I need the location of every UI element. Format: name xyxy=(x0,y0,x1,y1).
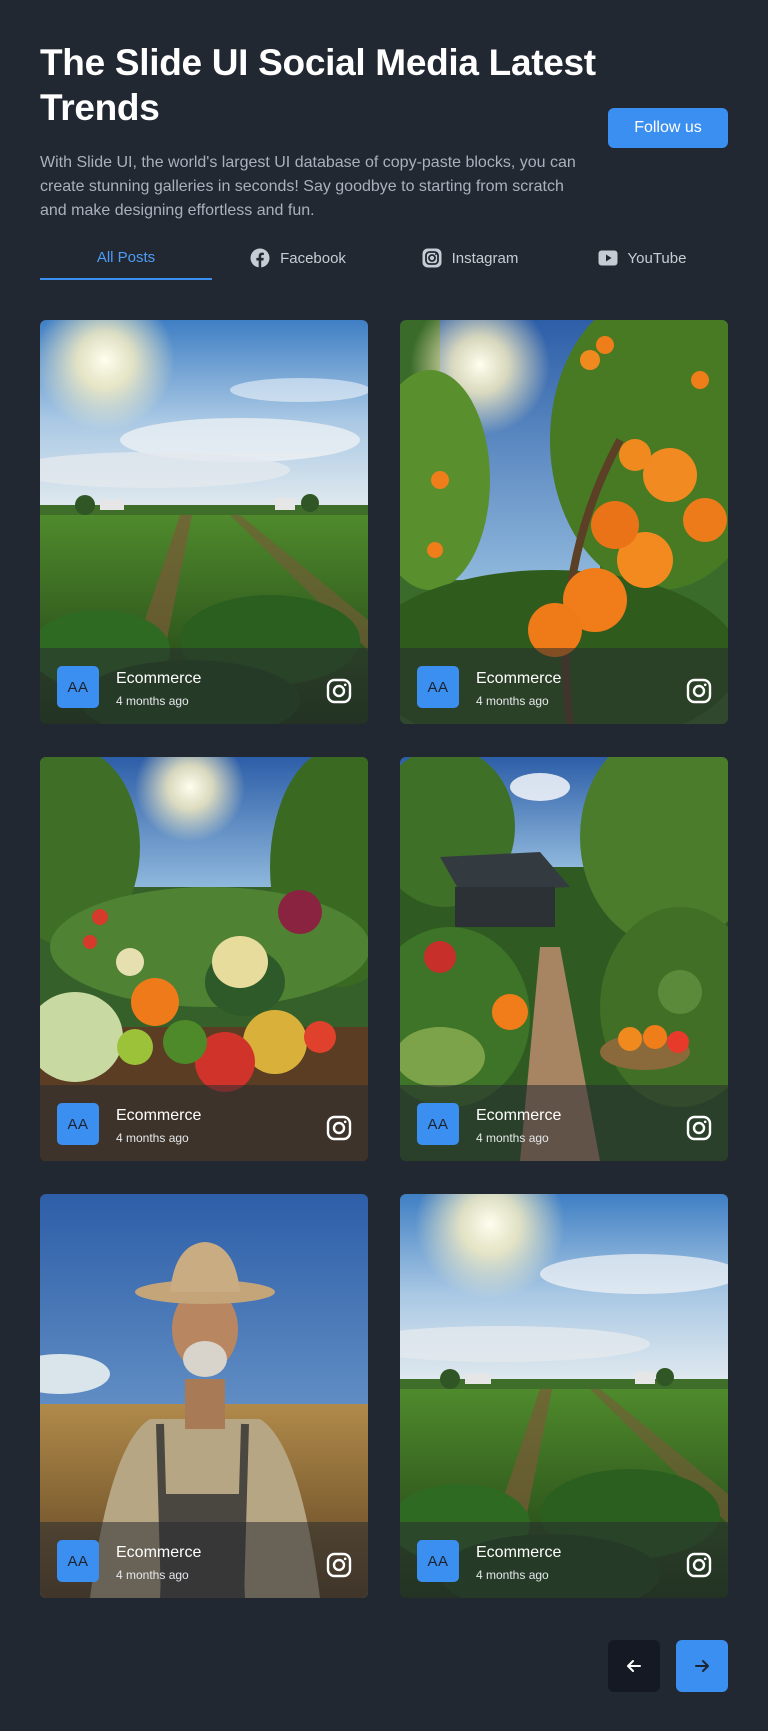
post-author[interactable]: Ecommerce xyxy=(116,1544,201,1562)
post-author[interactable]: Ecommerce xyxy=(476,670,561,688)
arrow-left-icon xyxy=(627,1660,641,1672)
instagram-icon[interactable] xyxy=(686,1552,712,1578)
post-card[interactable]: AA Ecommerce 4 months ago xyxy=(40,757,368,1161)
post-card[interactable]: AA Ecommerce 4 months ago xyxy=(40,1194,368,1598)
post-card[interactable]: AA Ecommerce 4 months ago xyxy=(400,320,728,724)
instagram-icon[interactable] xyxy=(326,678,352,704)
filter-tabs: All Posts Facebook Instagram YouTube xyxy=(40,236,728,280)
previous-page-button[interactable] xyxy=(608,1640,660,1692)
instagram-icon[interactable] xyxy=(326,1552,352,1578)
post-author[interactable]: Ecommerce xyxy=(116,670,201,688)
instagram-icon xyxy=(422,248,442,268)
tab-youtube[interactable]: YouTube xyxy=(556,236,728,280)
post-card[interactable]: AA Ecommerce 4 months ago xyxy=(400,1194,728,1598)
tab-label: All Posts xyxy=(96,248,156,266)
post-author[interactable]: Ecommerce xyxy=(116,1107,201,1125)
post-time: 4 months ago xyxy=(476,1131,549,1145)
avatar: AA xyxy=(57,1103,99,1145)
tab-label: Facebook xyxy=(280,249,346,267)
tab-label: YouTube xyxy=(627,249,687,267)
instagram-icon[interactable] xyxy=(686,1115,712,1141)
post-time: 4 months ago xyxy=(476,694,549,708)
tab-all-posts[interactable]: All Posts xyxy=(40,236,212,280)
page-title: The Slide UI Social Media Latest Trends xyxy=(40,42,596,128)
arrow-right-icon xyxy=(695,1660,709,1672)
instagram-icon[interactable] xyxy=(326,1115,352,1141)
tab-facebook[interactable]: Facebook xyxy=(212,236,384,280)
tab-instagram[interactable]: Instagram xyxy=(384,236,556,280)
avatar: AA xyxy=(57,1540,99,1582)
post-author[interactable]: Ecommerce xyxy=(476,1544,561,1562)
post-time: 4 months ago xyxy=(116,694,189,708)
facebook-icon xyxy=(250,248,270,268)
youtube-icon xyxy=(598,248,618,268)
post-time: 4 months ago xyxy=(476,1568,549,1582)
post-card[interactable]: AA Ecommerce 4 months ago xyxy=(40,320,368,724)
follow-us-button[interactable]: Follow us xyxy=(608,108,728,148)
instagram-icon[interactable] xyxy=(686,678,712,704)
tab-label: Instagram xyxy=(451,249,519,267)
post-author[interactable]: Ecommerce xyxy=(476,1107,561,1125)
page-description: With Slide UI, the world's largest UI da… xyxy=(40,154,576,219)
post-card[interactable]: AA Ecommerce 4 months ago xyxy=(400,757,728,1161)
next-page-button[interactable] xyxy=(676,1640,728,1692)
avatar: AA xyxy=(417,666,459,708)
avatar: AA xyxy=(417,1103,459,1145)
avatar: AA xyxy=(57,666,99,708)
post-time: 4 months ago xyxy=(116,1568,189,1582)
avatar: AA xyxy=(417,1540,459,1582)
post-time: 4 months ago xyxy=(116,1131,189,1145)
